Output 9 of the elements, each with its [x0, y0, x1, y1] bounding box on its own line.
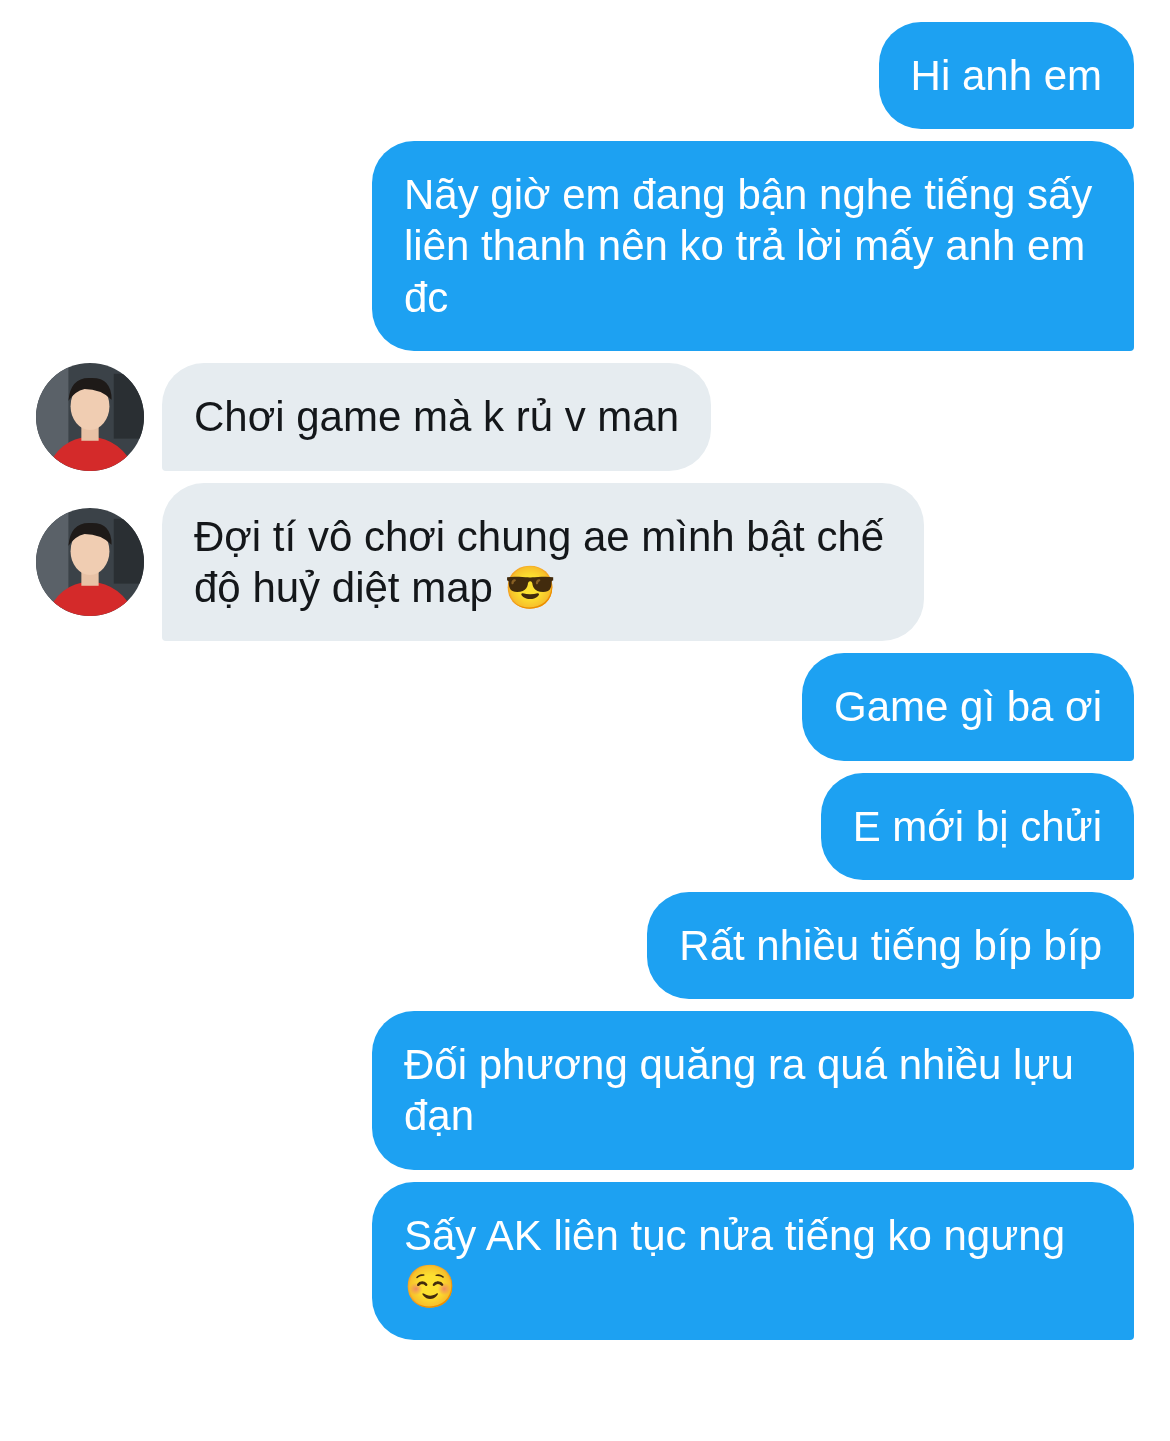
message-bubble: Rất nhiều tiếng bíp bíp [647, 891, 1134, 1000]
message-bubble: Sấy AK liên tục nửa tiếng ko ngưng ☺ [372, 1181, 1134, 1341]
message-bubble: Đợi tí vô chơi chung ae mình bật chế độ huỷ diệt map 😎 [162, 482, 924, 642]
message-bubble: Game gì ba ơi [802, 653, 1134, 761]
message-bubble: Hi anh em [878, 22, 1134, 130]
message-bubble: Nãy giờ em đang bận nghe tiếng sấy liên thanh nên ko trả lời mấy anh em đc [372, 141, 1134, 351]
message-bubble: Đối phương quăng ra quá nhiều lựu đạn [372, 1011, 1134, 1170]
message-bubble: Chơi game mà k rủ v man [162, 363, 712, 471]
message-bubble: E mới bị chửi [820, 772, 1134, 880]
